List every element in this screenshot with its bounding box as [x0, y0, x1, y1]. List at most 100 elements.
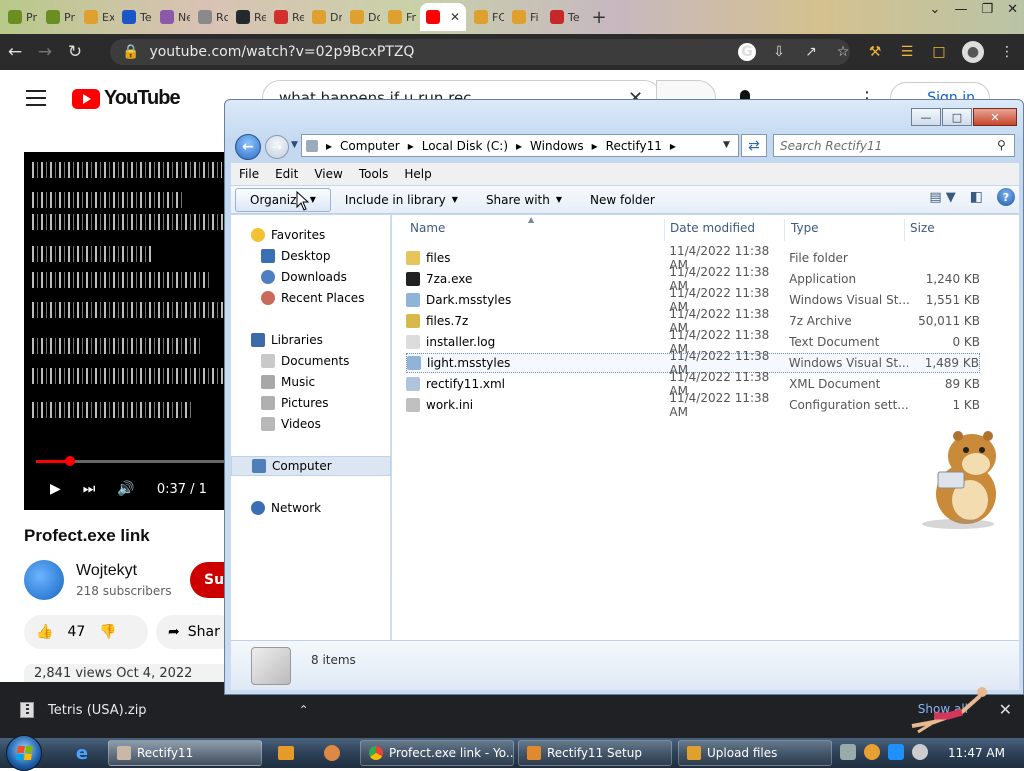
nav-recent-places[interactable]: Recent Places	[231, 288, 391, 308]
internet-explorer-icon[interactable]: e	[62, 741, 102, 765]
column-header-name[interactable]: Name	[410, 221, 445, 239]
minimize-button[interactable]: —	[954, 2, 967, 17]
start-button[interactable]	[6, 735, 42, 771]
browser-tab[interactable]: Ne	[154, 3, 190, 31]
breadcrumb-computer[interactable]: Computer	[340, 139, 400, 153]
volume-icon[interactable]: 🔊	[117, 481, 134, 497]
download-item[interactable]: Tetris (USA).zip ⌃	[20, 702, 309, 718]
column-divider[interactable]	[904, 219, 905, 241]
taskbar-chrome[interactable]: Profect.exe link - Yo...	[360, 740, 514, 766]
browser-tab[interactable]: Re	[268, 3, 304, 31]
change-view-icon[interactable]: ▤ ▼	[929, 190, 955, 205]
reading-list-icon[interactable]: ☰	[898, 43, 916, 61]
close-button[interactable]: ✕	[1007, 2, 1018, 17]
browser-tab[interactable]: Pr	[2, 3, 38, 31]
browser-tab[interactable]: FC	[468, 3, 504, 31]
network-icon[interactable]	[888, 744, 904, 760]
bookmark-star-icon[interactable]: ☆	[834, 43, 852, 61]
nav-videos[interactable]: Videos	[231, 414, 391, 434]
close-button[interactable]: ✕	[973, 108, 1017, 126]
menu-tools[interactable]: Tools	[351, 167, 397, 181]
tray-app-icon[interactable]	[840, 744, 856, 760]
nav-documents[interactable]: Documents	[231, 351, 391, 371]
taskbar-rectify11[interactable]: Rectify11	[108, 740, 262, 766]
chrome-menu-icon[interactable]: ⋮	[998, 43, 1016, 61]
browser-tab[interactable]: Rc	[192, 3, 228, 31]
extensions-icon[interactable]: ⚒	[866, 43, 884, 61]
close-shelf-icon[interactable]: ✕	[999, 700, 1012, 719]
file-row[interactable]: work.ini 11/4/2022 11:38 AM Configuration …	[406, 391, 980, 419]
help-icon[interactable]: ?	[997, 188, 1015, 206]
browser-tab[interactable]: ✕	[420, 3, 466, 31]
volume-icon[interactable]	[912, 744, 928, 760]
menu-help[interactable]: Help	[396, 167, 439, 181]
browser-tab[interactable]: Fr	[382, 3, 418, 31]
browser-tab[interactable]: Te	[544, 3, 580, 31]
like-count[interactable]: 47	[67, 624, 85, 640]
dislike-icon[interactable]: 👎	[99, 624, 116, 640]
profile-avatar-icon[interactable]: ●	[962, 41, 984, 63]
menu-view[interactable]: View	[306, 167, 350, 181]
channel-name[interactable]: Wojtekyt	[76, 562, 137, 580]
chevron-up-icon[interactable]: ⌃	[299, 703, 309, 717]
tab-search-icon[interactable]: ⌄	[930, 2, 941, 17]
browser-tab[interactable]: Dr	[306, 3, 342, 31]
nav-favorites[interactable]: Favorites	[231, 225, 391, 245]
maximize-button[interactable]: □	[942, 108, 972, 126]
share-icon[interactable]: ↗	[802, 43, 820, 61]
refresh-icon[interactable]: ⇄	[741, 134, 767, 157]
preview-pane-icon[interactable]: ◧	[970, 189, 983, 205]
paint-icon[interactable]	[312, 741, 352, 765]
nav-downloads[interactable]: Downloads	[231, 267, 391, 287]
browser-tab[interactable]: Dc	[344, 3, 380, 31]
column-divider[interactable]	[664, 219, 665, 241]
browser-tab[interactable]: Re	[230, 3, 266, 31]
column-divider[interactable]	[784, 219, 785, 241]
channel-avatar[interactable]	[24, 560, 64, 600]
search-icon[interactable]: ⚲	[997, 138, 1017, 152]
column-header-size[interactable]: Size	[910, 221, 935, 239]
tray-search-icon[interactable]	[864, 744, 880, 760]
browser-tab[interactable]: Fi	[506, 3, 542, 31]
nav-libraries[interactable]: Libraries	[231, 330, 391, 350]
video-player[interactable]: ▶ ⏭ 🔊 0:37 / 1	[24, 152, 234, 510]
install-icon[interactable]: ⇩	[770, 43, 788, 61]
forward-icon[interactable]: →	[265, 135, 289, 159]
breadcrumb-rectify11[interactable]: Rectify11	[606, 139, 662, 153]
nav-desktop[interactable]: Desktop	[231, 246, 391, 266]
back-icon[interactable]: ←	[235, 134, 261, 160]
nav-network[interactable]: Network	[231, 498, 391, 518]
forward-arrow-icon[interactable]: →	[30, 42, 60, 62]
organize-button[interactable]: Organize ▼	[235, 187, 331, 212]
video-progress-bar[interactable]	[36, 456, 234, 466]
breadcrumb-local-disk[interactable]: Local Disk (C:)	[422, 139, 508, 153]
browser-tab[interactable]: Pr	[40, 3, 76, 31]
new-folder-button[interactable]: New folder	[576, 188, 669, 212]
address-dropdown-icon[interactable]: ▼	[723, 140, 730, 150]
share-with-button[interactable]: Share with ▼	[472, 188, 576, 212]
youtube-logo[interactable]: YouTube	[72, 87, 181, 110]
clock[interactable]: 11:47 AM	[948, 746, 1005, 760]
side-panel-icon[interactable]: □	[930, 43, 948, 61]
close-tab-icon[interactable]: ✕	[450, 10, 460, 24]
address-bar[interactable]: ▸ Computer ▸ Local Disk (C:) ▸ Windows ▸…	[301, 134, 739, 157]
restore-button[interactable]: ❐	[981, 2, 993, 17]
history-dropdown-icon[interactable]: ▼	[291, 140, 298, 150]
next-icon[interactable]: ⏭	[83, 481, 96, 497]
progress-knob[interactable]	[65, 456, 75, 466]
include-in-library-button[interactable]: Include in library ▼	[331, 188, 472, 212]
google-lens-icon[interactable]: G	[738, 43, 756, 61]
menu-file[interactable]: File	[231, 167, 267, 181]
menu-edit[interactable]: Edit	[267, 167, 306, 181]
nav-pictures[interactable]: Pictures	[231, 393, 391, 413]
reload-icon[interactable]: ↻	[60, 42, 90, 62]
browser-tab[interactable]: Ex	[78, 3, 114, 31]
nav-computer[interactable]: Computer	[231, 456, 391, 476]
media-player-icon[interactable]	[266, 741, 306, 765]
breadcrumb-windows[interactable]: Windows	[530, 139, 584, 153]
taskbar-upload-files[interactable]: Upload files	[678, 740, 832, 766]
new-tab-button[interactable]: +	[588, 7, 610, 28]
nav-music[interactable]: Music	[231, 372, 391, 392]
minimize-button[interactable]: —	[911, 108, 941, 126]
column-header-date[interactable]: Date modified	[670, 221, 755, 239]
